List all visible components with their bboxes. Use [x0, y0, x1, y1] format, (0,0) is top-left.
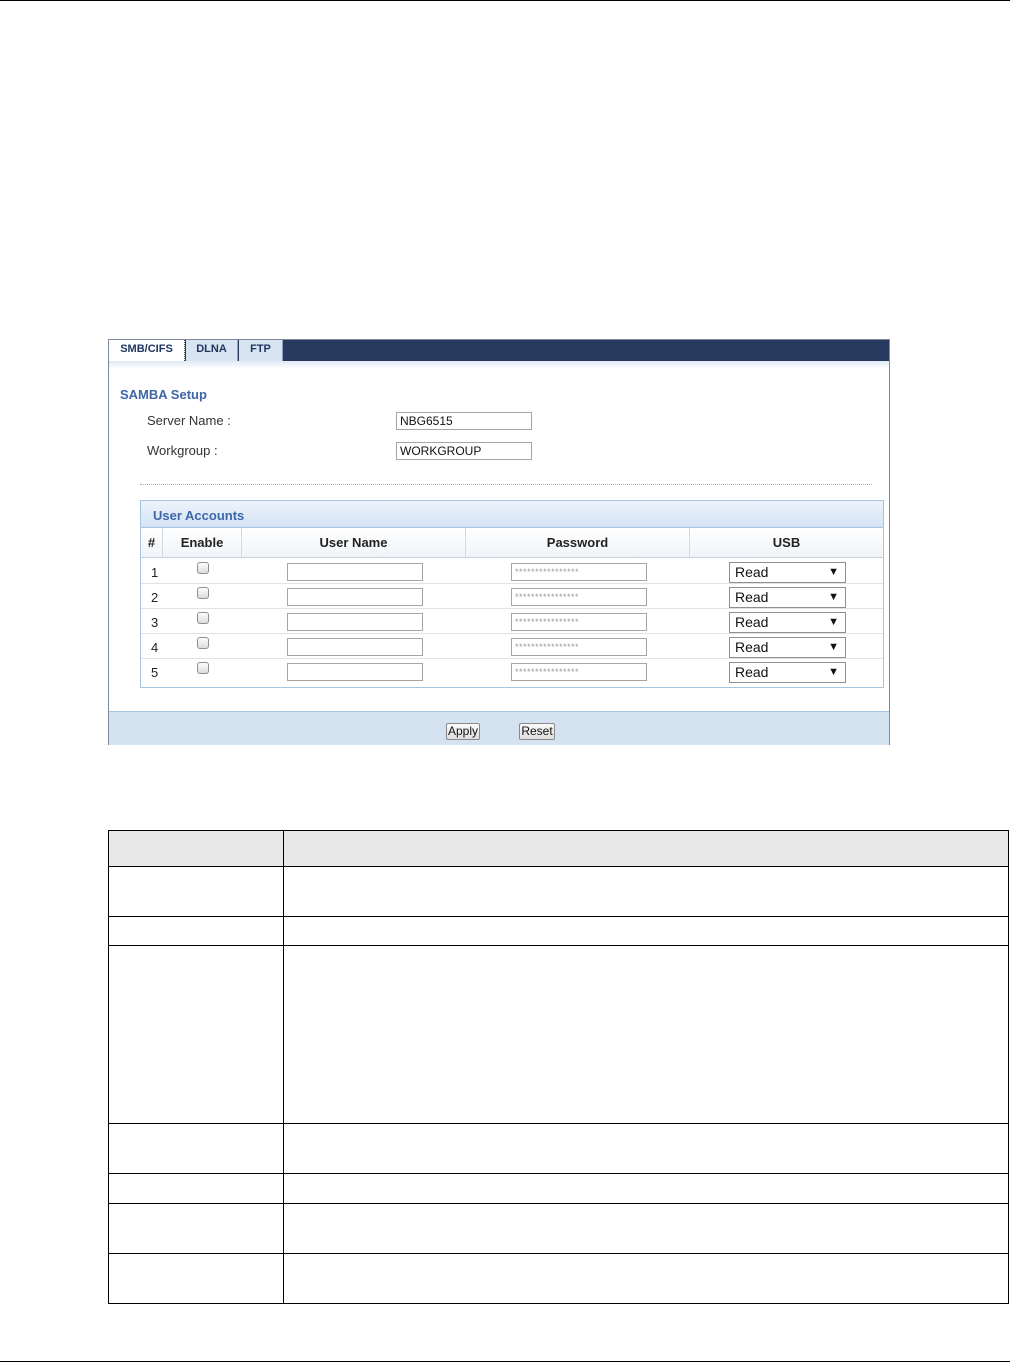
apply-button[interactable]: Apply [446, 723, 480, 740]
user-name-input[interactable] [287, 563, 423, 581]
tab-bar: SMB/CIFS DLNA FTP [109, 340, 889, 361]
usb-access-select[interactable]: Read ▼ [729, 662, 846, 683]
chevron-down-icon: ▼ [828, 591, 839, 603]
row-divider [109, 1173, 1008, 1174]
page-top-rule [0, 0, 1010, 1]
reset-button[interactable]: Reset [519, 723, 555, 740]
enable-checkbox[interactable] [197, 587, 209, 599]
enable-checkbox[interactable] [197, 637, 209, 649]
chevron-down-icon: ▼ [828, 616, 839, 628]
chevron-down-icon: ▼ [828, 566, 839, 578]
column-header-user-name: User Name [242, 528, 466, 558]
user-name-input[interactable] [287, 613, 423, 631]
samba-setup-title: SAMBA Setup [120, 387, 207, 402]
workgroup-input[interactable] [396, 442, 532, 460]
row-divider [109, 916, 1008, 917]
usb-access-select[interactable]: Read ▼ [729, 562, 846, 583]
section-divider [140, 484, 872, 485]
password-input[interactable] [511, 588, 647, 606]
usb-select-value: Read [735, 614, 769, 630]
workgroup-label: Workgroup : [147, 443, 218, 458]
tab-smb-cifs[interactable]: SMB/CIFS [109, 340, 185, 361]
table-row: 3 Read ▼ [141, 609, 883, 634]
tab-content-strip [109, 361, 889, 369]
password-input[interactable] [511, 663, 647, 681]
usb-select-value: Read [735, 589, 769, 605]
user-name-input[interactable] [287, 588, 423, 606]
column-header-password: Password [466, 528, 690, 558]
chevron-down-icon: ▼ [828, 641, 839, 653]
row-number: 2 [151, 590, 159, 605]
button-bar: Apply Reset [109, 711, 889, 745]
table-row: 1 Read ▼ [141, 559, 883, 584]
usb-select-value: Read [735, 639, 769, 655]
samba-settings-panel: SMB/CIFS DLNA FTP SAMBA Setup Server Nam… [108, 339, 890, 745]
row-divider [109, 1253, 1008, 1254]
enable-checkbox[interactable] [197, 612, 209, 624]
description-table [108, 830, 1009, 1304]
server-name-input[interactable] [396, 412, 532, 430]
tab-dlna[interactable]: DLNA [186, 340, 238, 361]
usb-access-select[interactable]: Read ▼ [729, 587, 846, 608]
user-name-input[interactable] [287, 638, 423, 656]
user-accounts-title: User Accounts [153, 508, 245, 523]
enable-checkbox[interactable] [197, 662, 209, 674]
row-number: 3 [151, 615, 159, 630]
table-row: 5 Read ▼ [141, 659, 883, 684]
row-divider [109, 1203, 1008, 1204]
row-number: 4 [151, 640, 159, 655]
page-bottom-rule [0, 1361, 1010, 1362]
user-name-input[interactable] [287, 663, 423, 681]
server-name-label: Server Name : [147, 413, 231, 428]
usb-access-select[interactable]: Read ▼ [729, 637, 846, 658]
user-accounts-header: User Accounts [141, 501, 883, 528]
column-header-number: # [141, 528, 163, 558]
column-header-enable: Enable [163, 528, 242, 558]
row-divider [109, 945, 1008, 946]
usb-select-value: Read [735, 664, 769, 680]
table-row: 4 Read ▼ [141, 634, 883, 659]
usb-select-value: Read [735, 564, 769, 580]
row-number: 5 [151, 665, 159, 680]
description-table-header [109, 831, 1008, 867]
column-divider [283, 831, 284, 1303]
password-input[interactable] [511, 613, 647, 631]
chevron-down-icon: ▼ [828, 666, 839, 678]
password-input[interactable] [511, 563, 647, 581]
row-divider [109, 1123, 1008, 1124]
user-accounts-table: User Accounts # Enable User Name Passwor… [140, 500, 884, 688]
usb-access-select[interactable]: Read ▼ [729, 612, 846, 633]
password-input[interactable] [511, 638, 647, 656]
row-number: 1 [151, 565, 159, 580]
tab-ftp[interactable]: FTP [239, 340, 283, 361]
enable-checkbox[interactable] [197, 562, 209, 574]
column-header-usb: USB [690, 528, 883, 558]
table-row: 2 Read ▼ [141, 584, 883, 609]
